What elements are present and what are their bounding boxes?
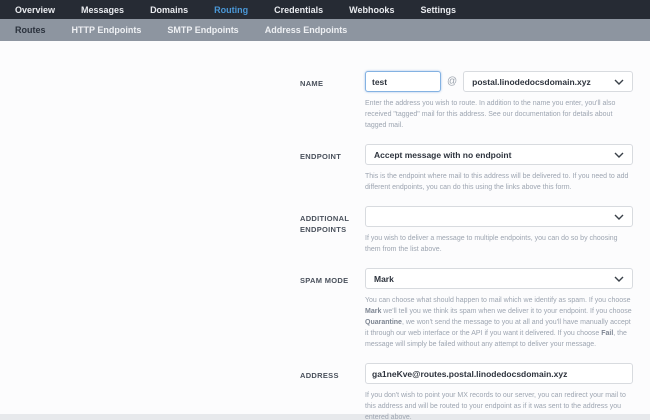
name-row: NAME @ postal.linodedocsdomain.xyz Enter…	[0, 71, 650, 144]
name-label: NAME	[300, 79, 324, 88]
chevron-down-icon	[614, 214, 624, 220]
domain-select-value: postal.linodedocsdomain.xyz	[472, 76, 591, 87]
top-navigation: Overview Messages Domains Routing Creden…	[0, 0, 650, 19]
address-label: ADDRESS	[300, 371, 339, 380]
nav-item-routing[interactable]: Routing	[201, 5, 261, 15]
nav-item-domains[interactable]: Domains	[137, 5, 201, 15]
route-form: NAME @ postal.linodedocsdomain.xyz Enter…	[0, 41, 650, 420]
spam-mode-help-text: You can choose what should happen to mai…	[365, 297, 632, 348]
chevron-down-icon	[614, 79, 624, 85]
address-help-text: If you don't wish to point your MX recor…	[365, 392, 626, 420]
nav-item-messages[interactable]: Messages	[68, 5, 137, 15]
additional-endpoints-select[interactable]	[365, 206, 633, 227]
endpoint-label: ENDPOINT	[300, 152, 342, 161]
subnav-item-address-endpoints[interactable]: Address Endpoints	[252, 25, 361, 35]
sub-navigation: Routes HTTP Endpoints SMTP Endpoints Add…	[0, 19, 650, 41]
additional-endpoints-label: ADDITIONAL ENDPOINTS	[300, 214, 350, 234]
endpoint-row: ENDPOINT Accept message with no endpoint…	[0, 144, 650, 206]
endpoint-select-value: Accept message with no endpoint	[374, 149, 512, 160]
spam-mode-select[interactable]: Mark	[365, 268, 633, 289]
spam-mode-label: SPAM MODE	[300, 276, 349, 285]
domain-select[interactable]: postal.linodedocsdomain.xyz	[463, 71, 633, 92]
nav-item-credentials[interactable]: Credentials	[261, 5, 336, 15]
additional-endpoints-row: ADDITIONAL ENDPOINTS If you wish to deli…	[0, 206, 650, 268]
nav-item-settings[interactable]: Settings	[407, 5, 469, 15]
subnav-item-smtp-endpoints[interactable]: SMTP Endpoints	[154, 25, 251, 35]
chevron-down-icon	[614, 276, 624, 282]
endpoint-select[interactable]: Accept message with no endpoint	[365, 144, 633, 165]
route-name-input[interactable]	[365, 71, 441, 92]
subnav-item-http-endpoints[interactable]: HTTP Endpoints	[59, 25, 155, 35]
spam-mode-select-value: Mark	[374, 273, 394, 284]
route-address-input[interactable]	[365, 363, 633, 384]
nav-item-webhooks[interactable]: Webhooks	[336, 5, 407, 15]
nav-item-overview[interactable]: Overview	[2, 5, 68, 15]
at-symbol: @	[447, 76, 458, 87]
additional-endpoints-help-text: If you wish to deliver a message to mult…	[365, 235, 618, 253]
address-row: ADDRESS If you don't wish to point your …	[0, 363, 650, 420]
chevron-down-icon	[614, 152, 624, 158]
subnav-item-routes[interactable]: Routes	[2, 25, 59, 35]
endpoint-help-text: This is the endpoint where mail to this …	[365, 173, 629, 191]
spam-mode-row: SPAM MODE Mark You can choose what shoul…	[0, 268, 650, 363]
name-help-text: Enter the address you wish to route. In …	[365, 100, 616, 129]
